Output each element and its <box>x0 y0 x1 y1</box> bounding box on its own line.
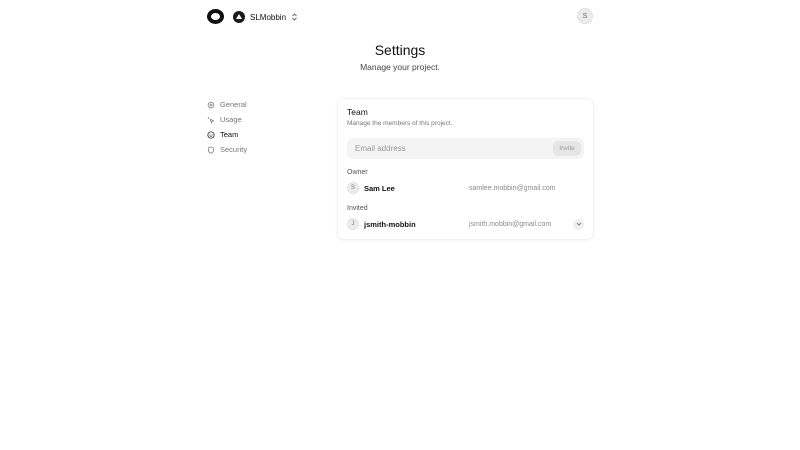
owner-label: Owner <box>347 169 368 176</box>
sidebar-item-label: General <box>220 100 247 109</box>
gear-icon <box>207 101 215 108</box>
sidebar-item-label: Usage <box>220 115 242 124</box>
sidebar-item-team[interactable]: Team <box>207 127 317 142</box>
avatar: S <box>347 182 359 194</box>
sidebar-item-general[interactable]: General <box>207 97 317 112</box>
project-name: SLMobbin <box>250 12 287 22</box>
member-email: jsmith.mobbin@gmail.com <box>469 220 552 228</box>
project-switcher[interactable]: SLMobbin <box>233 9 298 25</box>
member-row-invited: J jsmith-mobbin jsmith.mobbin@gmail.com <box>347 217 584 231</box>
invited-label: Invited <box>347 205 368 212</box>
member-options-button[interactable] <box>573 218 584 230</box>
sidebar-item-label: Security <box>220 145 248 154</box>
member-row-owner: S Sam Lee samlee.mobbin@gmail.com <box>347 181 584 195</box>
chevron-down-icon <box>576 222 581 226</box>
project-avatar-icon <box>233 11 245 23</box>
team-description: Manage the members of this project. <box>347 120 453 127</box>
team-title: Team <box>347 107 368 117</box>
sidebar-item-usage[interactable]: Usage <box>207 112 317 127</box>
team-card: Team Manage the members of this project.… <box>338 99 593 239</box>
settings-sidebar: General Usage Team Security <box>207 97 317 157</box>
usage-icon <box>207 116 215 123</box>
chevron-up-down-icon <box>292 13 297 21</box>
top-bar: SLMobbin S <box>207 8 593 26</box>
user-avatar[interactable]: S <box>577 8 593 24</box>
member-name: Sam Lee <box>364 183 395 193</box>
shield-icon <box>207 145 215 154</box>
app-logo-icon[interactable] <box>207 9 224 24</box>
sidebar-item-label: Team <box>220 130 239 139</box>
member-email: samlee.mobbin@gmail.com <box>469 184 556 192</box>
invite-form: Invite <box>347 138 584 159</box>
avatar: J <box>347 218 359 230</box>
page-subtitle: Manage your project. <box>360 62 440 72</box>
email-input[interactable] <box>347 138 547 159</box>
sidebar-item-security[interactable]: Security <box>207 142 317 157</box>
page-title: Settings <box>374 42 426 58</box>
smiley-icon <box>207 130 215 139</box>
member-name: jsmith-mobbin <box>364 219 416 229</box>
invite-button[interactable]: Invite <box>553 141 581 156</box>
